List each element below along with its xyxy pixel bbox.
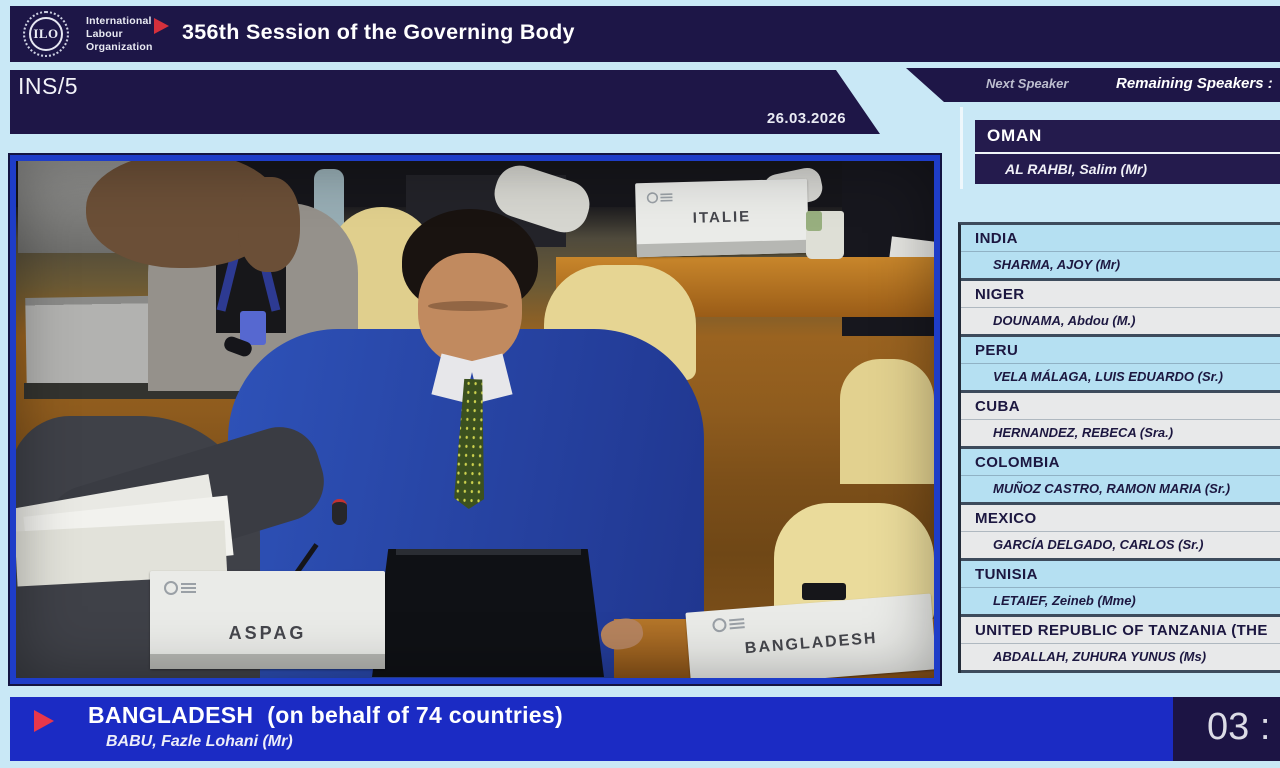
next-speaker-card: OMAN AL RAHBI, Salim (Mr) bbox=[975, 120, 1280, 184]
session-title: 356th Session of the Governing Body bbox=[182, 6, 575, 58]
agenda-item-bar: INS/5 26.03.2026 bbox=[10, 70, 880, 134]
queue-speaker-name: MUÑOZ CASTRO, RAMON MARIA (Sr.) bbox=[961, 476, 1280, 501]
queue-country: MEXICO bbox=[961, 505, 1280, 532]
current-speaker-name: BABU, Fazle Lohani (Mr) bbox=[106, 733, 293, 751]
top-header-bar: ILO International Labour Organization 35… bbox=[10, 6, 1280, 62]
ilo-logo-icon: ILO bbox=[23, 11, 69, 57]
queue-country: COLOMBIA bbox=[961, 449, 1280, 476]
next-speaker-header-bar: Next Speaker Remaining Speakers : bbox=[906, 68, 1280, 102]
speaker-queue-row: COLOMBIA MUÑOZ CASTRO, RAMON MARIA (Sr.) bbox=[961, 449, 1280, 505]
speaker-queue-row: UNITED REPUBLIC OF TANZANIA (THE ABDALLA… bbox=[961, 617, 1280, 673]
conference-room-scene: S ITALIE bbox=[16, 161, 934, 678]
speech-timer: 03 : bbox=[1173, 697, 1280, 761]
speaker-queue-row: INDIA SHARMA, AJOY (Mr) bbox=[961, 225, 1280, 281]
session-date: 26.03.2026 bbox=[767, 110, 846, 127]
org-name-line3: Organization bbox=[86, 41, 153, 54]
current-speaker-country: BANGLADESH bbox=[88, 702, 253, 728]
ilo-logo-monogram: ILO bbox=[29, 17, 63, 51]
queue-country: TUNISIA bbox=[961, 561, 1280, 588]
org-name-line1: International bbox=[86, 15, 153, 28]
remaining-speakers-label: Remaining Speakers : bbox=[1116, 75, 1273, 92]
next-speaker-label: Next Speaker bbox=[986, 76, 1068, 91]
speaker-queue-row: NIGER DOUNAMA, Abdou (M.) bbox=[961, 281, 1280, 337]
red-play-arrow-icon bbox=[154, 18, 169, 34]
divider-line bbox=[960, 107, 963, 189]
speaker-queue-row: MEXICO GARCÍA DELGADO, CARLOS (Sr.) bbox=[961, 505, 1280, 561]
queue-country: NIGER bbox=[961, 281, 1280, 308]
org-name-line2: Labour bbox=[86, 28, 153, 41]
agenda-item-code: INS/5 bbox=[18, 73, 78, 100]
red-play-arrow-icon bbox=[34, 710, 54, 732]
queue-speaker-name: DOUNAMA, Abdou (M.) bbox=[961, 308, 1280, 333]
current-speaker-detail: (on behalf of 74 countries) bbox=[267, 702, 563, 728]
queue-speaker-name: GARCÍA DELGADO, CARLOS (Sr.) bbox=[961, 532, 1280, 557]
vignette-overlay bbox=[16, 161, 934, 678]
org-name: International Labour Organization bbox=[86, 15, 153, 53]
current-speaker-bar: BANGLADESH (on behalf of 74 countries) BA… bbox=[10, 697, 1173, 761]
speech-timer-value: 03 : bbox=[1207, 706, 1270, 749]
queue-speaker-name: SHARMA, AJOY (Mr) bbox=[961, 252, 1280, 277]
next-speaker-name: AL RAHBI, Salim (Mr) bbox=[975, 154, 1280, 184]
speaker-queue-row: PERU VELA MÁLAGA, LUIS EDUARDO (Sr.) bbox=[961, 337, 1280, 393]
current-speaker-country-line: BANGLADESH (on behalf of 74 countries) bbox=[88, 702, 563, 729]
queue-country: CUBA bbox=[961, 393, 1280, 420]
speaker-queue-row: CUBA HERNANDEZ, REBECA (Sra.) bbox=[961, 393, 1280, 449]
queue-speaker-name: VELA MÁLAGA, LUIS EDUARDO (Sr.) bbox=[961, 364, 1280, 389]
speaker-queue-row: TUNISIA LETAIEF, Zeineb (Mme) bbox=[961, 561, 1280, 617]
queue-speaker-name: ABDALLAH, ZUHURA YUNUS (Ms) bbox=[961, 644, 1280, 669]
queue-country: INDIA bbox=[961, 225, 1280, 252]
queue-country: PERU bbox=[961, 337, 1280, 364]
queue-speaker-name: LETAIEF, Zeineb (Mme) bbox=[961, 588, 1280, 613]
speaker-queue: INDIA SHARMA, AJOY (Mr) NIGER DOUNAMA, A… bbox=[958, 222, 1280, 673]
queue-speaker-name: HERNANDEZ, REBECA (Sra.) bbox=[961, 420, 1280, 445]
next-speaker-country: OMAN bbox=[975, 120, 1280, 154]
video-feed: S ITALIE bbox=[10, 155, 940, 684]
queue-country: UNITED REPUBLIC OF TANZANIA (THE bbox=[961, 617, 1280, 644]
